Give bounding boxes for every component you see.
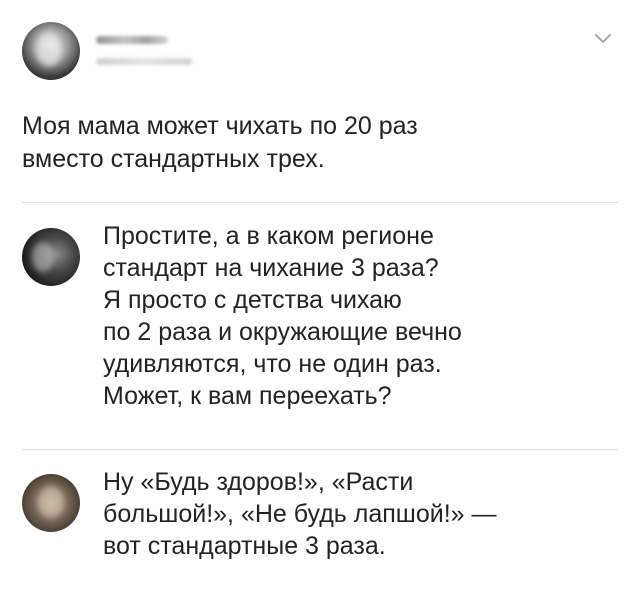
- divider: [22, 449, 618, 450]
- commenter-avatar[interactable]: [22, 228, 80, 286]
- commenter-avatar[interactable]: [22, 474, 80, 532]
- post-header: [22, 18, 622, 82]
- post-text: Моя мама может чихать по 20 раз вместо с…: [22, 112, 418, 173]
- comment-text: Простите, а в каком регионе стандарт на …: [103, 222, 462, 410]
- comment-text: Ну «Будь здоров!», «Расти большой!», «Не…: [103, 468, 497, 560]
- author-name-blurred[interactable]: [96, 36, 168, 44]
- divider: [22, 202, 618, 203]
- chevron-down-icon[interactable]: [594, 32, 612, 46]
- author-avatar[interactable]: [22, 22, 80, 80]
- author-handle-blurred: [96, 58, 192, 65]
